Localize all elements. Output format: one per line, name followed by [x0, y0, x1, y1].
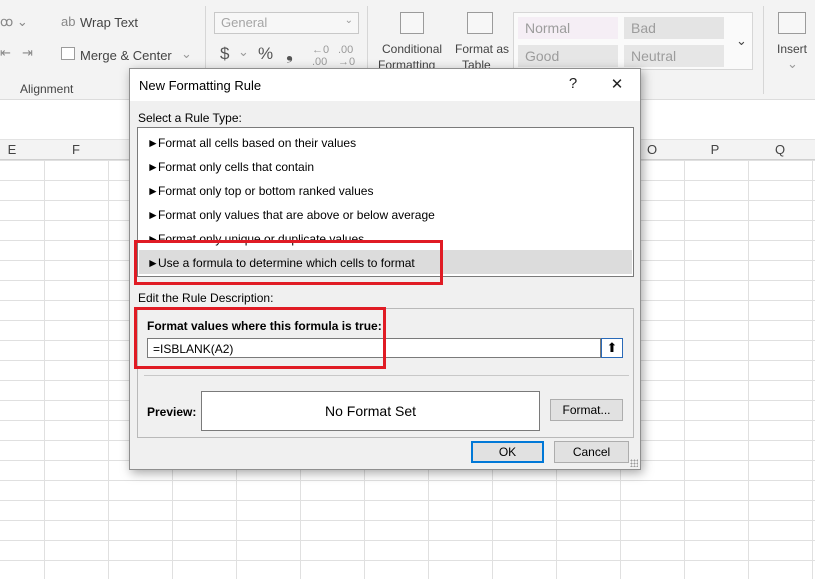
- currency-button[interactable]: $: [220, 44, 229, 64]
- conditional-formatting-label[interactable]: Conditional: [382, 42, 442, 56]
- merge-center-icon: [61, 47, 75, 60]
- group-separator: [763, 6, 764, 94]
- wrap-text-icon: ab: [61, 14, 76, 29]
- format-as-table-icon: [467, 12, 493, 34]
- merge-center-button[interactable]: Merge & Center: [80, 48, 172, 63]
- column-header-p[interactable]: P: [705, 142, 725, 157]
- format-button[interactable]: Format...: [550, 399, 623, 421]
- insert-dropdown-icon[interactable]: ⌄: [787, 56, 798, 72]
- preview-box: No Format Set: [201, 391, 540, 431]
- style-neutral[interactable]: Neutral: [624, 45, 724, 67]
- currency-dropdown-icon[interactable]: ⌄: [238, 44, 249, 60]
- column-header-e[interactable]: E: [2, 142, 22, 157]
- alignment-group-label: Alignment: [20, 82, 74, 96]
- insert-button[interactable]: Insert: [777, 42, 807, 56]
- rule-type-item[interactable]: ►Format only cells that contain: [139, 154, 632, 178]
- rule-type-item[interactable]: ►Format all cells based on their values: [139, 130, 632, 154]
- style-bad[interactable]: Bad: [624, 17, 724, 39]
- rule-type-text: Format all cells based on their values: [158, 136, 357, 150]
- description-label: Edit the Rule Description:: [138, 291, 274, 305]
- styles-more-icon[interactable]: ⌄: [736, 33, 747, 49]
- comma-style-button[interactable]: ❟: [286, 43, 293, 64]
- number-format-select[interactable]: General ⌄: [214, 12, 359, 34]
- decrease-indent-icon[interactable]: ⇤: [0, 45, 11, 61]
- dialog-title: New Formatting Rule: [139, 78, 262, 93]
- arrow-right-icon: ►: [147, 184, 159, 198]
- divider: [144, 375, 629, 376]
- highlight-formula: [134, 307, 386, 369]
- number-format-value: General: [221, 15, 268, 30]
- arrow-right-icon: ►: [147, 136, 159, 150]
- insert-cells-icon: [778, 12, 806, 34]
- resize-grip-icon[interactable]: [630, 459, 638, 467]
- wrap-text-button[interactable]: Wrap Text: [80, 15, 138, 30]
- arrow-right-icon: ►: [147, 208, 159, 222]
- highlight-rule-type: [134, 240, 443, 285]
- column-header-q[interactable]: Q: [770, 142, 790, 157]
- increase-decimal-icon[interactable]: ←0.00: [312, 44, 329, 68]
- arrow-right-icon: ►: [147, 160, 159, 174]
- ok-button[interactable]: OK: [471, 441, 544, 463]
- dialog-title-bar[interactable]: New Formatting Rule ? ✕: [130, 69, 640, 101]
- preview-label: Preview:: [147, 405, 197, 419]
- style-normal[interactable]: Normal: [518, 17, 618, 39]
- chevron-down-icon: ⌄: [344, 15, 353, 26]
- merge-center-dropdown-icon[interactable]: ⌄: [181, 46, 192, 62]
- rule-type-text: Format only cells that contain: [158, 160, 315, 174]
- cell-styles-gallery: Normal Bad Good Neutral ⌄: [513, 12, 753, 70]
- orientation-icon[interactable]: ꝏ ⌄: [0, 14, 28, 30]
- format-as-table-label[interactable]: Format as: [455, 42, 509, 56]
- rule-type-label: Select a Rule Type:: [138, 111, 242, 125]
- rule-type-item[interactable]: ►Format only top or bottom ranked values: [139, 178, 632, 202]
- style-good[interactable]: Good: [518, 45, 618, 67]
- cancel-button[interactable]: Cancel: [554, 441, 629, 463]
- collapse-dialog-icon[interactable]: ⬆: [601, 338, 623, 358]
- column-header-f[interactable]: F: [66, 142, 86, 157]
- increase-indent-icon[interactable]: ⇥: [22, 45, 33, 61]
- close-icon[interactable]: ✕: [605, 75, 629, 95]
- column-header-o[interactable]: O: [642, 142, 662, 157]
- conditional-formatting-icon: [400, 12, 424, 34]
- rule-type-text: Format only top or bottom ranked values: [158, 184, 374, 198]
- rule-type-text: Format only values that are above or bel…: [158, 208, 435, 222]
- help-icon[interactable]: ?: [561, 75, 585, 95]
- percent-button[interactable]: %: [258, 44, 273, 64]
- decrease-decimal-icon[interactable]: .00 →0: [338, 44, 355, 68]
- rule-type-item[interactable]: ►Format only values that are above or be…: [139, 202, 632, 226]
